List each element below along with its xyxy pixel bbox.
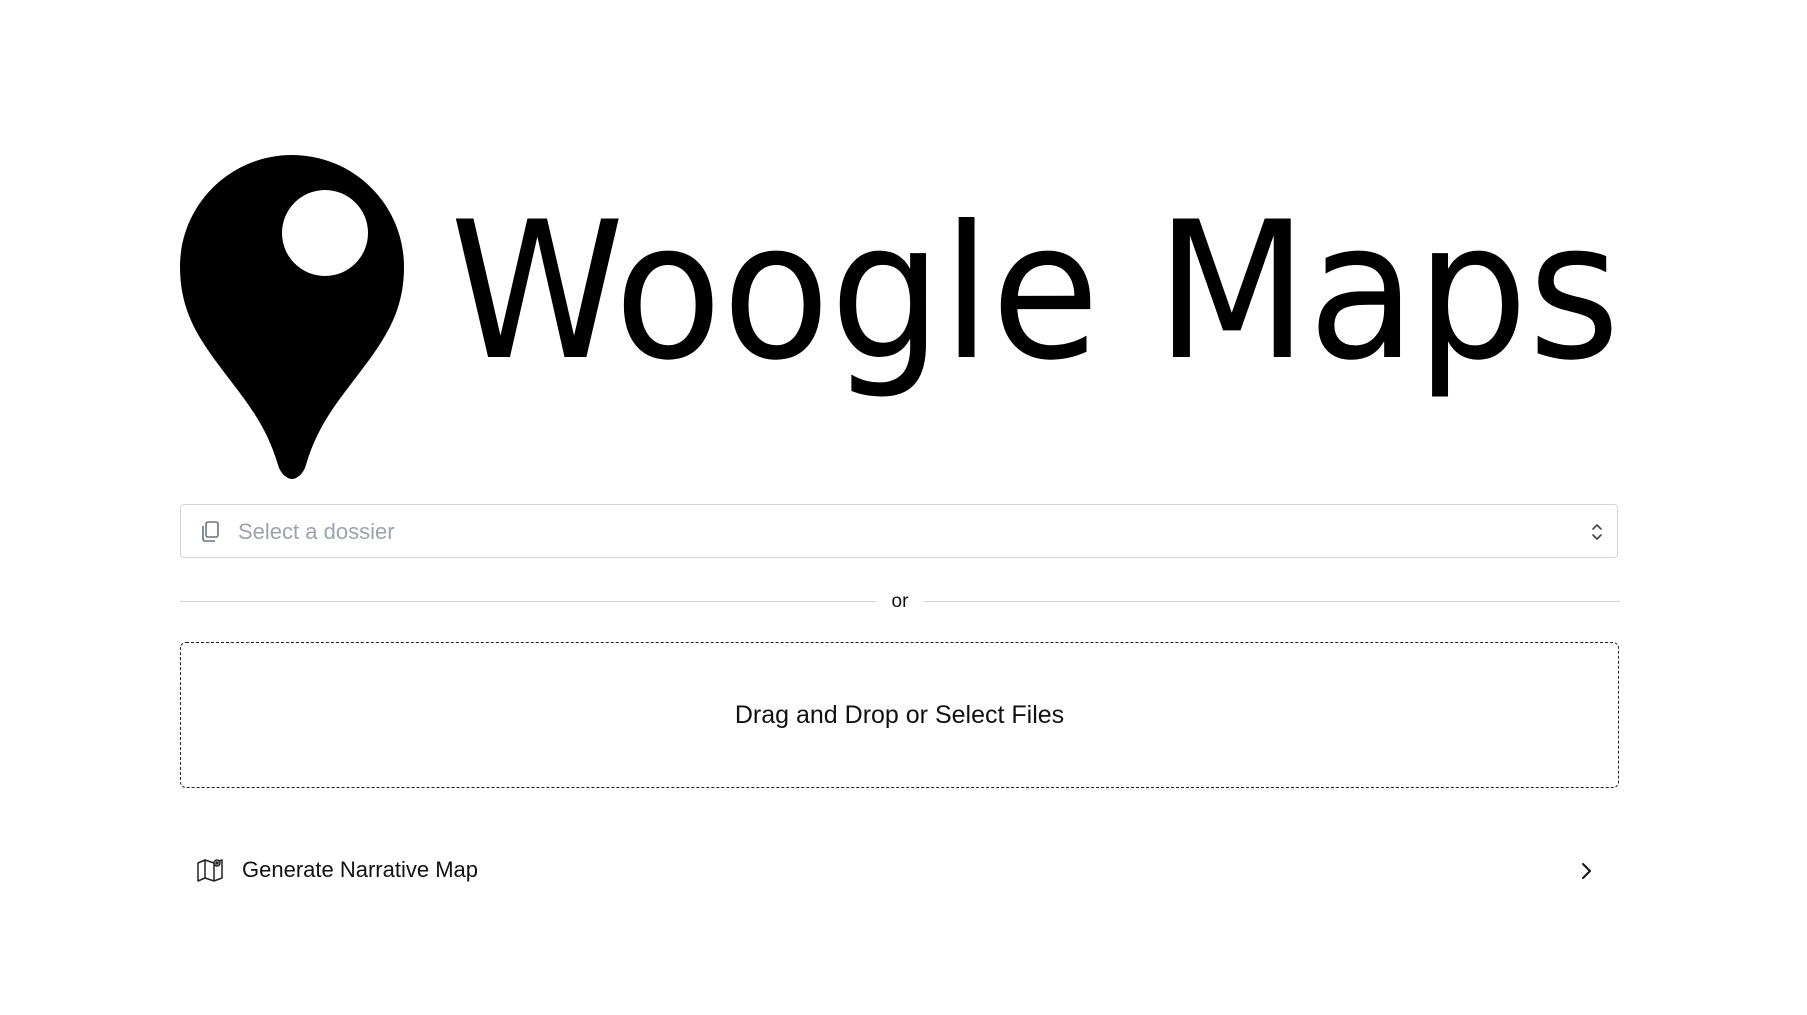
file-dropzone[interactable]: Drag and Drop or Select Files — [180, 642, 1619, 788]
brand-name: Woogle Maps — [450, 217, 1620, 397]
or-divider: or — [180, 588, 1620, 616]
divider-label: or — [891, 591, 909, 612]
generate-label: Generate Narrative Map — [242, 857, 478, 882]
divider-line-right — [923, 601, 1620, 602]
brand-logo: Woogle Maps — [180, 155, 1620, 480]
dossier-select-placeholder: Select a dossier — [238, 519, 395, 544]
copy-icon — [202, 521, 219, 542]
brand-wordmark: Woogle Maps — [450, 217, 1620, 397]
chevron-up-down-icon — [1592, 524, 1602, 540]
map-pin-icon — [180, 155, 404, 479]
page: Woogle Maps Select a dossier or Drag and… — [0, 0, 1807, 1015]
map-icon — [197, 859, 223, 882]
dropzone-label: Drag and Drop or Select Files — [734, 700, 1065, 729]
chevron-right-icon — [1582, 863, 1591, 879]
generate-narrative-map-button[interactable]: Generate Narrative Map — [180, 848, 1618, 892]
dossier-select[interactable]: Select a dossier — [180, 504, 1618, 558]
